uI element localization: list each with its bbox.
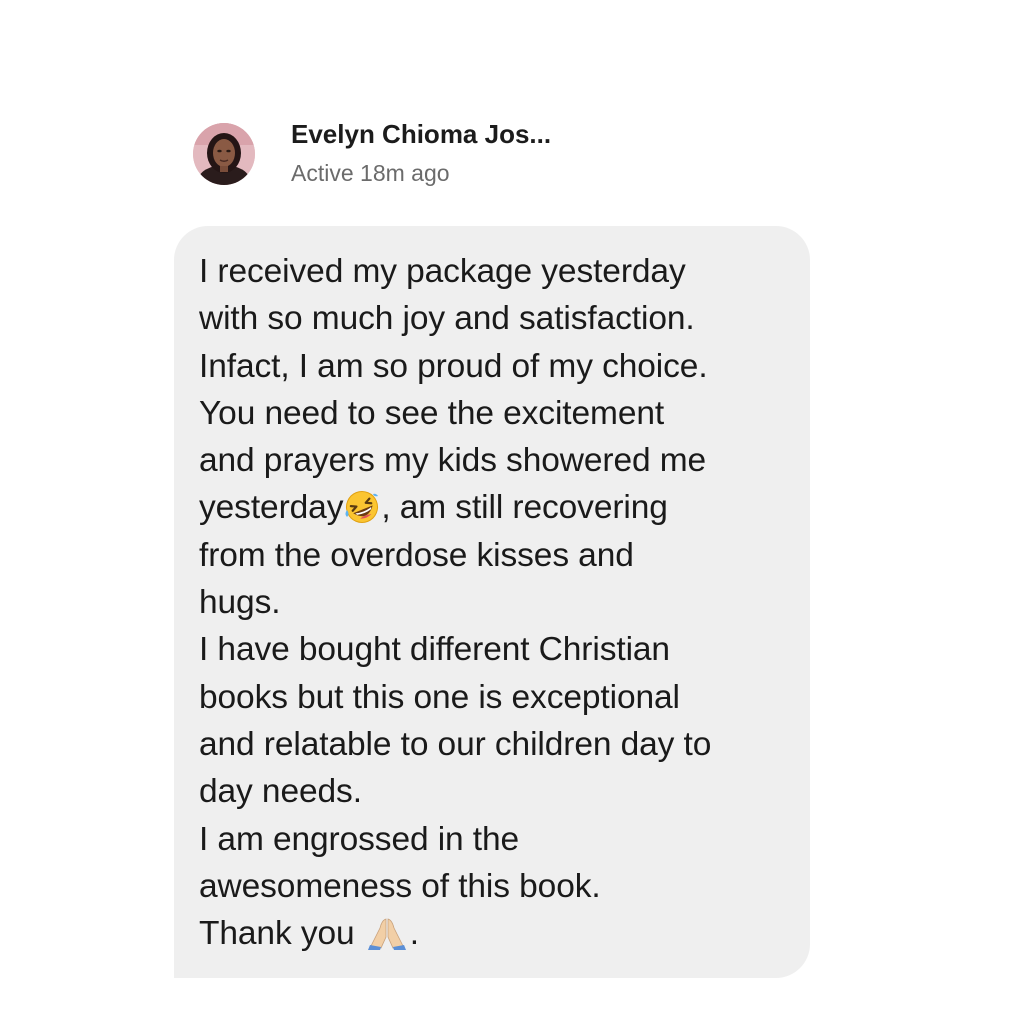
message-line: from the overdose kisses and — [199, 536, 634, 574]
message-text: . — [409, 915, 419, 953]
message-line: I received my package yesterday — [199, 253, 686, 290]
message-line: with so much joy and satisfaction. — [199, 300, 695, 338]
message-line: and prayers my kids showered me — [199, 442, 707, 480]
message-line: books but this one is exceptional — [199, 678, 680, 716]
message-line: awesomeness of this book. — [199, 867, 601, 905]
message-text: yesterday — [199, 489, 344, 527]
profile-photo-icon — [193, 123, 255, 185]
message-line: Infact, I am so proud of my choice. — [199, 347, 708, 385]
message-line: day needs. — [199, 773, 362, 811]
avatar[interactable] — [193, 123, 255, 185]
chat-header: Evelyn Chioma Jos... Active 18m ago — [193, 118, 551, 188]
contact-info: Evelyn Chioma Jos... Active 18m ago — [291, 118, 551, 188]
message-line: I have bought different Christian — [199, 631, 670, 669]
message-text: Thank you — [199, 915, 364, 953]
message-line: Thank you . — [199, 910, 790, 957]
message-line: and relatable to our children day to — [199, 725, 712, 763]
message-bubble[interactable]: I received my package yesterday with so … — [174, 226, 810, 978]
folded-hands-emoji — [365, 916, 409, 951]
active-status: Active 18m ago — [291, 160, 450, 186]
message-line: yesterday , am still recovering — [199, 484, 790, 531]
message-line: I am engrossed in the — [199, 820, 520, 858]
rolling-on-floor-laughing-emoji — [344, 490, 380, 524]
message-text: , am still recovering — [381, 489, 668, 527]
message-line: hugs. — [199, 584, 281, 622]
contact-name[interactable]: Evelyn Chioma Jos... — [291, 118, 551, 150]
message-line: You need to see the excitement — [199, 394, 665, 432]
chat-screen: Evelyn Chioma Jos... Active 18m ago I re… — [0, 0, 1024, 1024]
